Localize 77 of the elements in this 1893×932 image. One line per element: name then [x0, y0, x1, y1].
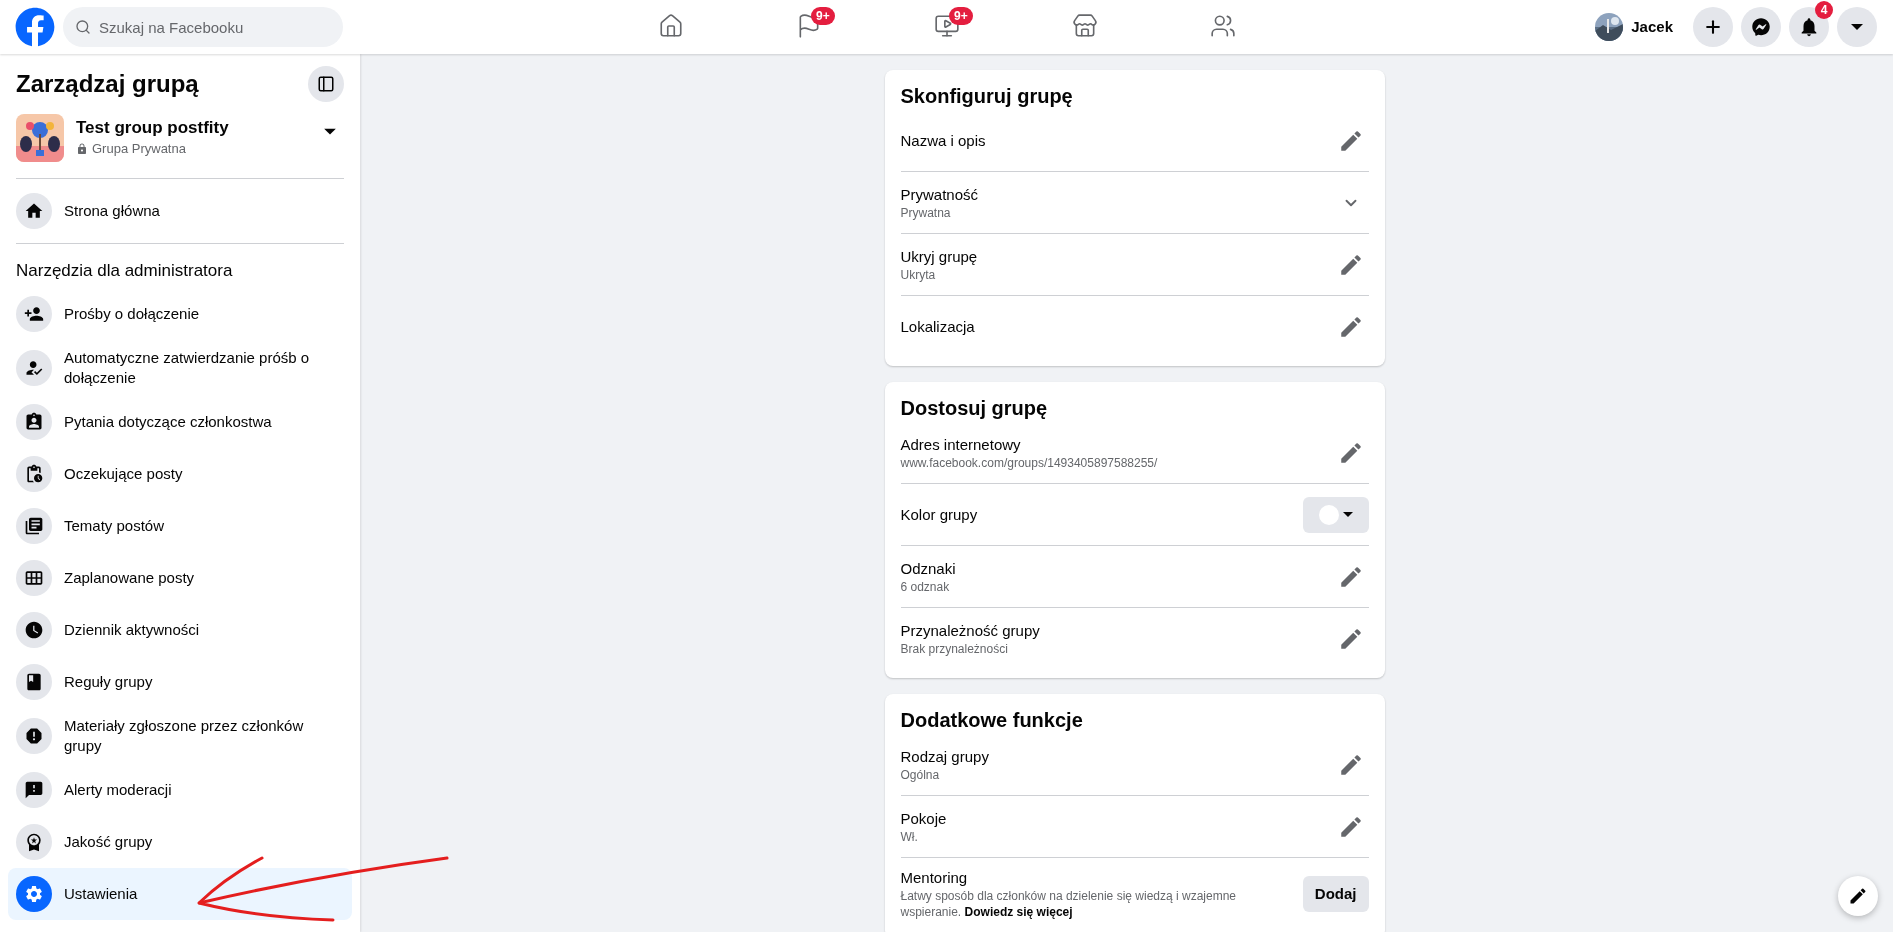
add-button[interactable]: Dodaj: [1302, 876, 1369, 912]
sidebar-item[interactable]: Pytania dotyczące członkostwa: [8, 395, 352, 448]
learn-more-link[interactable]: Dowiedz się więcej: [964, 905, 1073, 919]
house-icon: [24, 201, 44, 221]
sidebar-item[interactable]: Reguły grupy: [8, 655, 352, 708]
sidebar-item[interactable]: Materiały zgłoszone przez członków grupy: [8, 707, 352, 764]
setting-value: 6 odznak: [900, 578, 951, 595]
clipboard-clock-icon: [24, 463, 44, 484]
caret-button[interactable]: [1837, 7, 1877, 47]
messenger-icon: [1752, 18, 1770, 36]
speech-bubble-icon: [24, 779, 44, 800]
plus-button[interactable]: [1693, 7, 1733, 47]
panel-icon: [317, 75, 335, 93]
sidebar-item[interactable]: Strona główna: [8, 185, 352, 237]
sidebar-item[interactable]: Zaplanowane posty: [8, 551, 352, 604]
plus-icon: [1703, 17, 1723, 37]
sidebar-item[interactable]: Ustawienia: [8, 867, 352, 920]
nav-tab[interactable]: 9+: [739, 0, 878, 54]
sidebar-item[interactable]: Dziennik aktywności: [8, 603, 352, 656]
card-title: Dostosuj grupę: [900, 396, 1049, 420]
setting-label: Pokoje: [900, 808, 947, 829]
setting-label: Kolor grupy: [900, 504, 978, 525]
setting-value: www.facebook.com/groups/1493405897588255/: [900, 454, 1158, 471]
card-title: Dodatkowe funkcje: [900, 708, 1084, 732]
bell-button[interactable]: [1789, 7, 1829, 47]
setting-value: Wł.: [900, 828, 919, 845]
sidebar-item[interactable]: Prośby o dołączenie: [8, 287, 352, 340]
setting-value: Ukryta: [900, 266, 937, 283]
caret-icon: [1342, 512, 1353, 517]
setting-label: Prywatność: [900, 184, 979, 205]
caret-icon: [1851, 24, 1863, 30]
stacked-pages-icon: [24, 515, 44, 536]
color-swatch: [1318, 504, 1339, 525]
lock-icon: [76, 143, 88, 155]
badge-icon: [24, 831, 44, 852]
sidebar-item[interactable]: Jakość grupy: [8, 815, 352, 868]
setting-value: Brak przynależności: [900, 641, 1009, 657]
setting-label: Ukryj grupę: [900, 246, 978, 267]
facebook-logo-icon: [15, 7, 55, 47]
collapse-button[interactable]: [308, 66, 344, 102]
setting-label: Nazwa i opis: [900, 130, 986, 151]
setting-label: Adres internetowy: [900, 434, 1022, 455]
setting-label: Odznaki: [900, 558, 956, 579]
compose-button[interactable]: [1838, 876, 1878, 916]
setting-value: Ogólna: [900, 766, 941, 783]
setting-label: Mentoring: [900, 868, 969, 888]
compose-icon: [1848, 886, 1868, 906]
setting-value: Prywatna: [900, 204, 952, 221]
setting-value: Łatwy sposób dla członków na dzielenie się wiedzą i wzajemne wspieranie. Dowiedz się więcej: [900, 888, 1237, 920]
nav-tab[interactable]: 9+: [877, 0, 1016, 54]
sidebar-item[interactable]: Oczekujące posty: [8, 447, 352, 500]
notification-badge: 9+: [949, 6, 973, 25]
color-picker[interactable]: [1302, 496, 1369, 533]
store-icon: [1071, 12, 1098, 39]
section-title: Narzędzia dla administratora: [15, 260, 234, 282]
setting-label: Rodzaj grupy: [900, 746, 989, 767]
book-icon: [24, 671, 44, 692]
messenger-button[interactable]: [1741, 7, 1781, 47]
sidebar-item[interactable]: Tematy postów: [8, 499, 352, 552]
setting-label: Lokalizacja: [900, 317, 975, 337]
house-icon: [657, 12, 684, 39]
clock-icon: [24, 619, 44, 640]
setting-label: Przynależność grupy: [900, 621, 1040, 641]
group-name[interactable]: Test group postfity: [76, 117, 304, 140]
search-icon: [75, 19, 91, 35]
notification-badge: 9+: [811, 6, 835, 25]
settings-icon: [24, 883, 44, 904]
person-card-icon: [24, 411, 44, 432]
notification-badge: 4: [1815, 1, 1833, 19]
people-icon: [1209, 12, 1236, 39]
sidebar-item[interactable]: Automatyczne zatwierdzanie próśb o dołączenie: [8, 339, 352, 396]
card-title: Skonfiguruj grupę: [900, 84, 1074, 108]
sidebar-item[interactable]: Alerty moderacji: [8, 763, 352, 816]
group-privacy: Grupa Prywatna: [92, 140, 186, 159]
search-field[interactable]: Szukaj na Facebooku: [63, 7, 343, 47]
sidebar-title: Zarządzaj grupą: [16, 69, 199, 99]
profile-button[interactable]: Jacek: [1591, 9, 1685, 45]
